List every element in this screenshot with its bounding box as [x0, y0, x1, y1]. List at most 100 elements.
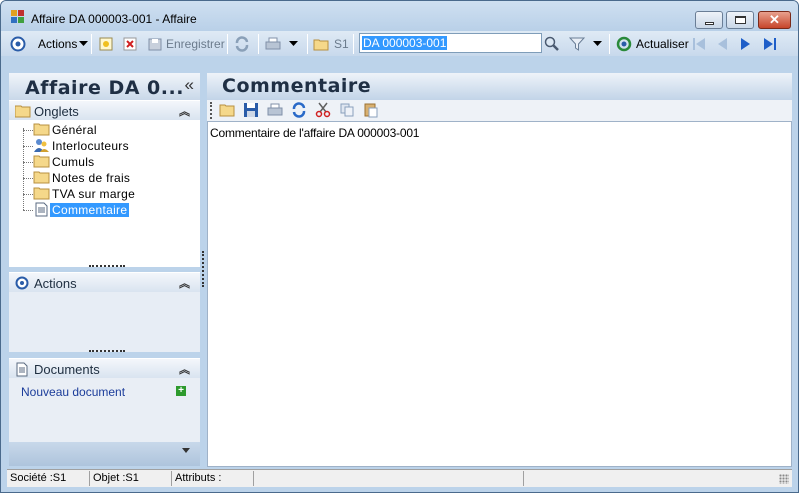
right-panel-title: Commentaire	[222, 75, 372, 97]
new-document-link[interactable]: Nouveau document	[21, 385, 125, 399]
tree-connector	[23, 178, 33, 179]
comment-editor[interactable]: Commentaire de l'affaire DA 000003-001	[207, 121, 792, 467]
new-button[interactable]	[98, 34, 114, 54]
save-icon[interactable]	[243, 102, 259, 118]
add-icon[interactable]: +	[176, 386, 186, 396]
save-icon	[148, 38, 162, 51]
close-button[interactable]: ✕	[758, 11, 791, 29]
status-bar: Société :S1 Objet :S1 Attributs :	[7, 469, 792, 487]
tree-item-notes-de-frais[interactable]: Notes de frais	[9, 170, 200, 186]
cut-icon[interactable]	[315, 102, 331, 118]
print-icon	[265, 37, 281, 50]
right-panel-header: Commentaire	[207, 73, 792, 100]
print-button[interactable]	[265, 34, 298, 54]
search-button[interactable]	[544, 34, 560, 54]
target-icon	[10, 36, 26, 52]
tabs-section-label: Onglets	[34, 104, 79, 119]
filter-button[interactable]	[569, 34, 602, 54]
left-panel-header: Affaire DA 0... «	[9, 73, 200, 100]
chevron-down-icon[interactable]	[182, 448, 190, 453]
save-label: Enregistrer	[166, 37, 225, 51]
first-record-icon	[693, 38, 705, 50]
actions-button[interactable]: Actions	[10, 34, 89, 54]
tree-connector	[23, 130, 33, 131]
tree-item-label: TVA sur marge	[52, 187, 136, 201]
sync-button[interactable]	[234, 34, 250, 54]
status-societe: Société :S1	[10, 472, 67, 484]
toolbar-separator	[91, 34, 92, 54]
toolbar-separator	[227, 34, 228, 54]
filter-icon	[569, 37, 585, 51]
search-icon	[544, 36, 559, 51]
actions-section-label: Actions	[34, 276, 77, 291]
sync-icon[interactable]	[291, 102, 307, 118]
left-panel-title: Affaire DA 0...	[25, 77, 184, 99]
tree-connector	[23, 162, 33, 163]
documents-section-header[interactable]: Documents ︽	[9, 358, 200, 378]
tree-connector	[23, 210, 33, 211]
s1-button[interactable]: S1	[313, 34, 349, 54]
save-button[interactable]: Enregistrer	[147, 34, 225, 54]
toolbar-separator	[353, 34, 354, 54]
status-objet: Objet :S1	[93, 472, 139, 484]
delete-icon	[123, 37, 137, 51]
status-separator	[523, 471, 524, 486]
copy-icon[interactable]	[339, 102, 355, 118]
toolbar-separator	[307, 34, 308, 54]
title-bar: Affaire DA 000003-001 - Affaire ✕	[1, 1, 798, 31]
tree-item-tva-sur-marge[interactable]: TVA sur marge	[9, 186, 200, 202]
maximize-button[interactable]	[726, 11, 754, 29]
collapse-panel-icon[interactable]: «	[185, 75, 194, 95]
previous-record-icon	[718, 38, 727, 50]
folder-icon	[33, 187, 50, 200]
documents-section-label: Documents	[34, 362, 100, 377]
tabs-section-header[interactable]: Onglets ︽	[9, 100, 200, 120]
actions-section-body	[9, 292, 200, 352]
refresh-button[interactable]: Actualiser	[616, 34, 689, 54]
tree-item-interlocuteurs[interactable]: Interlocuteurs	[9, 138, 200, 154]
search-input[interactable]: DA 000003-001	[359, 33, 542, 53]
collapse-section-icon[interactable]: ︽	[179, 275, 190, 291]
minimize-button[interactable]	[695, 11, 723, 29]
people-icon	[34, 139, 49, 152]
paste-icon[interactable]	[363, 102, 379, 118]
next-record-icon	[741, 38, 750, 50]
status-attributs: Attributs :	[175, 472, 222, 484]
refresh-icon	[616, 36, 632, 52]
document-icon	[35, 202, 48, 217]
next-record-button[interactable]	[738, 34, 754, 54]
tree-item-label: Général	[52, 123, 97, 137]
editor-toolbar	[207, 100, 792, 121]
tree-item-cumuls[interactable]: Cumuls	[9, 154, 200, 170]
open-folder-icon[interactable]	[219, 102, 236, 118]
previous-record-button[interactable]	[714, 34, 730, 54]
resize-grip[interactable]	[89, 265, 125, 267]
first-record-button[interactable]	[691, 34, 707, 54]
tree-item-commentaire[interactable]: Commentaire	[9, 202, 200, 218]
resize-grip[interactable]	[89, 350, 125, 352]
chevron-down-icon	[79, 41, 89, 46]
maximize-icon	[735, 16, 746, 24]
chevron-down-icon	[593, 41, 602, 46]
tree-item-label: Commentaire	[50, 203, 130, 217]
tree-connector	[23, 194, 33, 195]
collapse-section-icon[interactable]: ︽	[179, 103, 190, 119]
last-record-button[interactable]	[762, 34, 778, 54]
target-icon	[15, 276, 29, 290]
tree-item-label: Cumuls	[52, 155, 95, 169]
panel-splitter[interactable]	[202, 251, 204, 287]
status-separator	[253, 471, 254, 486]
actions-section-header[interactable]: Actions ︽	[9, 272, 200, 292]
minimize-icon	[705, 22, 714, 25]
s1-label: S1	[334, 37, 349, 51]
sync-icon	[235, 36, 249, 52]
delete-button[interactable]	[122, 34, 138, 54]
app-logo-icon	[11, 10, 25, 24]
tree-item-label: Notes de frais	[52, 171, 131, 185]
collapse-section-icon[interactable]: ︽	[179, 361, 190, 377]
window-resize-grip[interactable]	[779, 474, 789, 484]
folder-icon	[15, 105, 31, 118]
print-icon[interactable]	[267, 102, 283, 118]
folder-icon	[313, 39, 329, 51]
tree-item-general[interactable]: Général	[9, 122, 200, 138]
